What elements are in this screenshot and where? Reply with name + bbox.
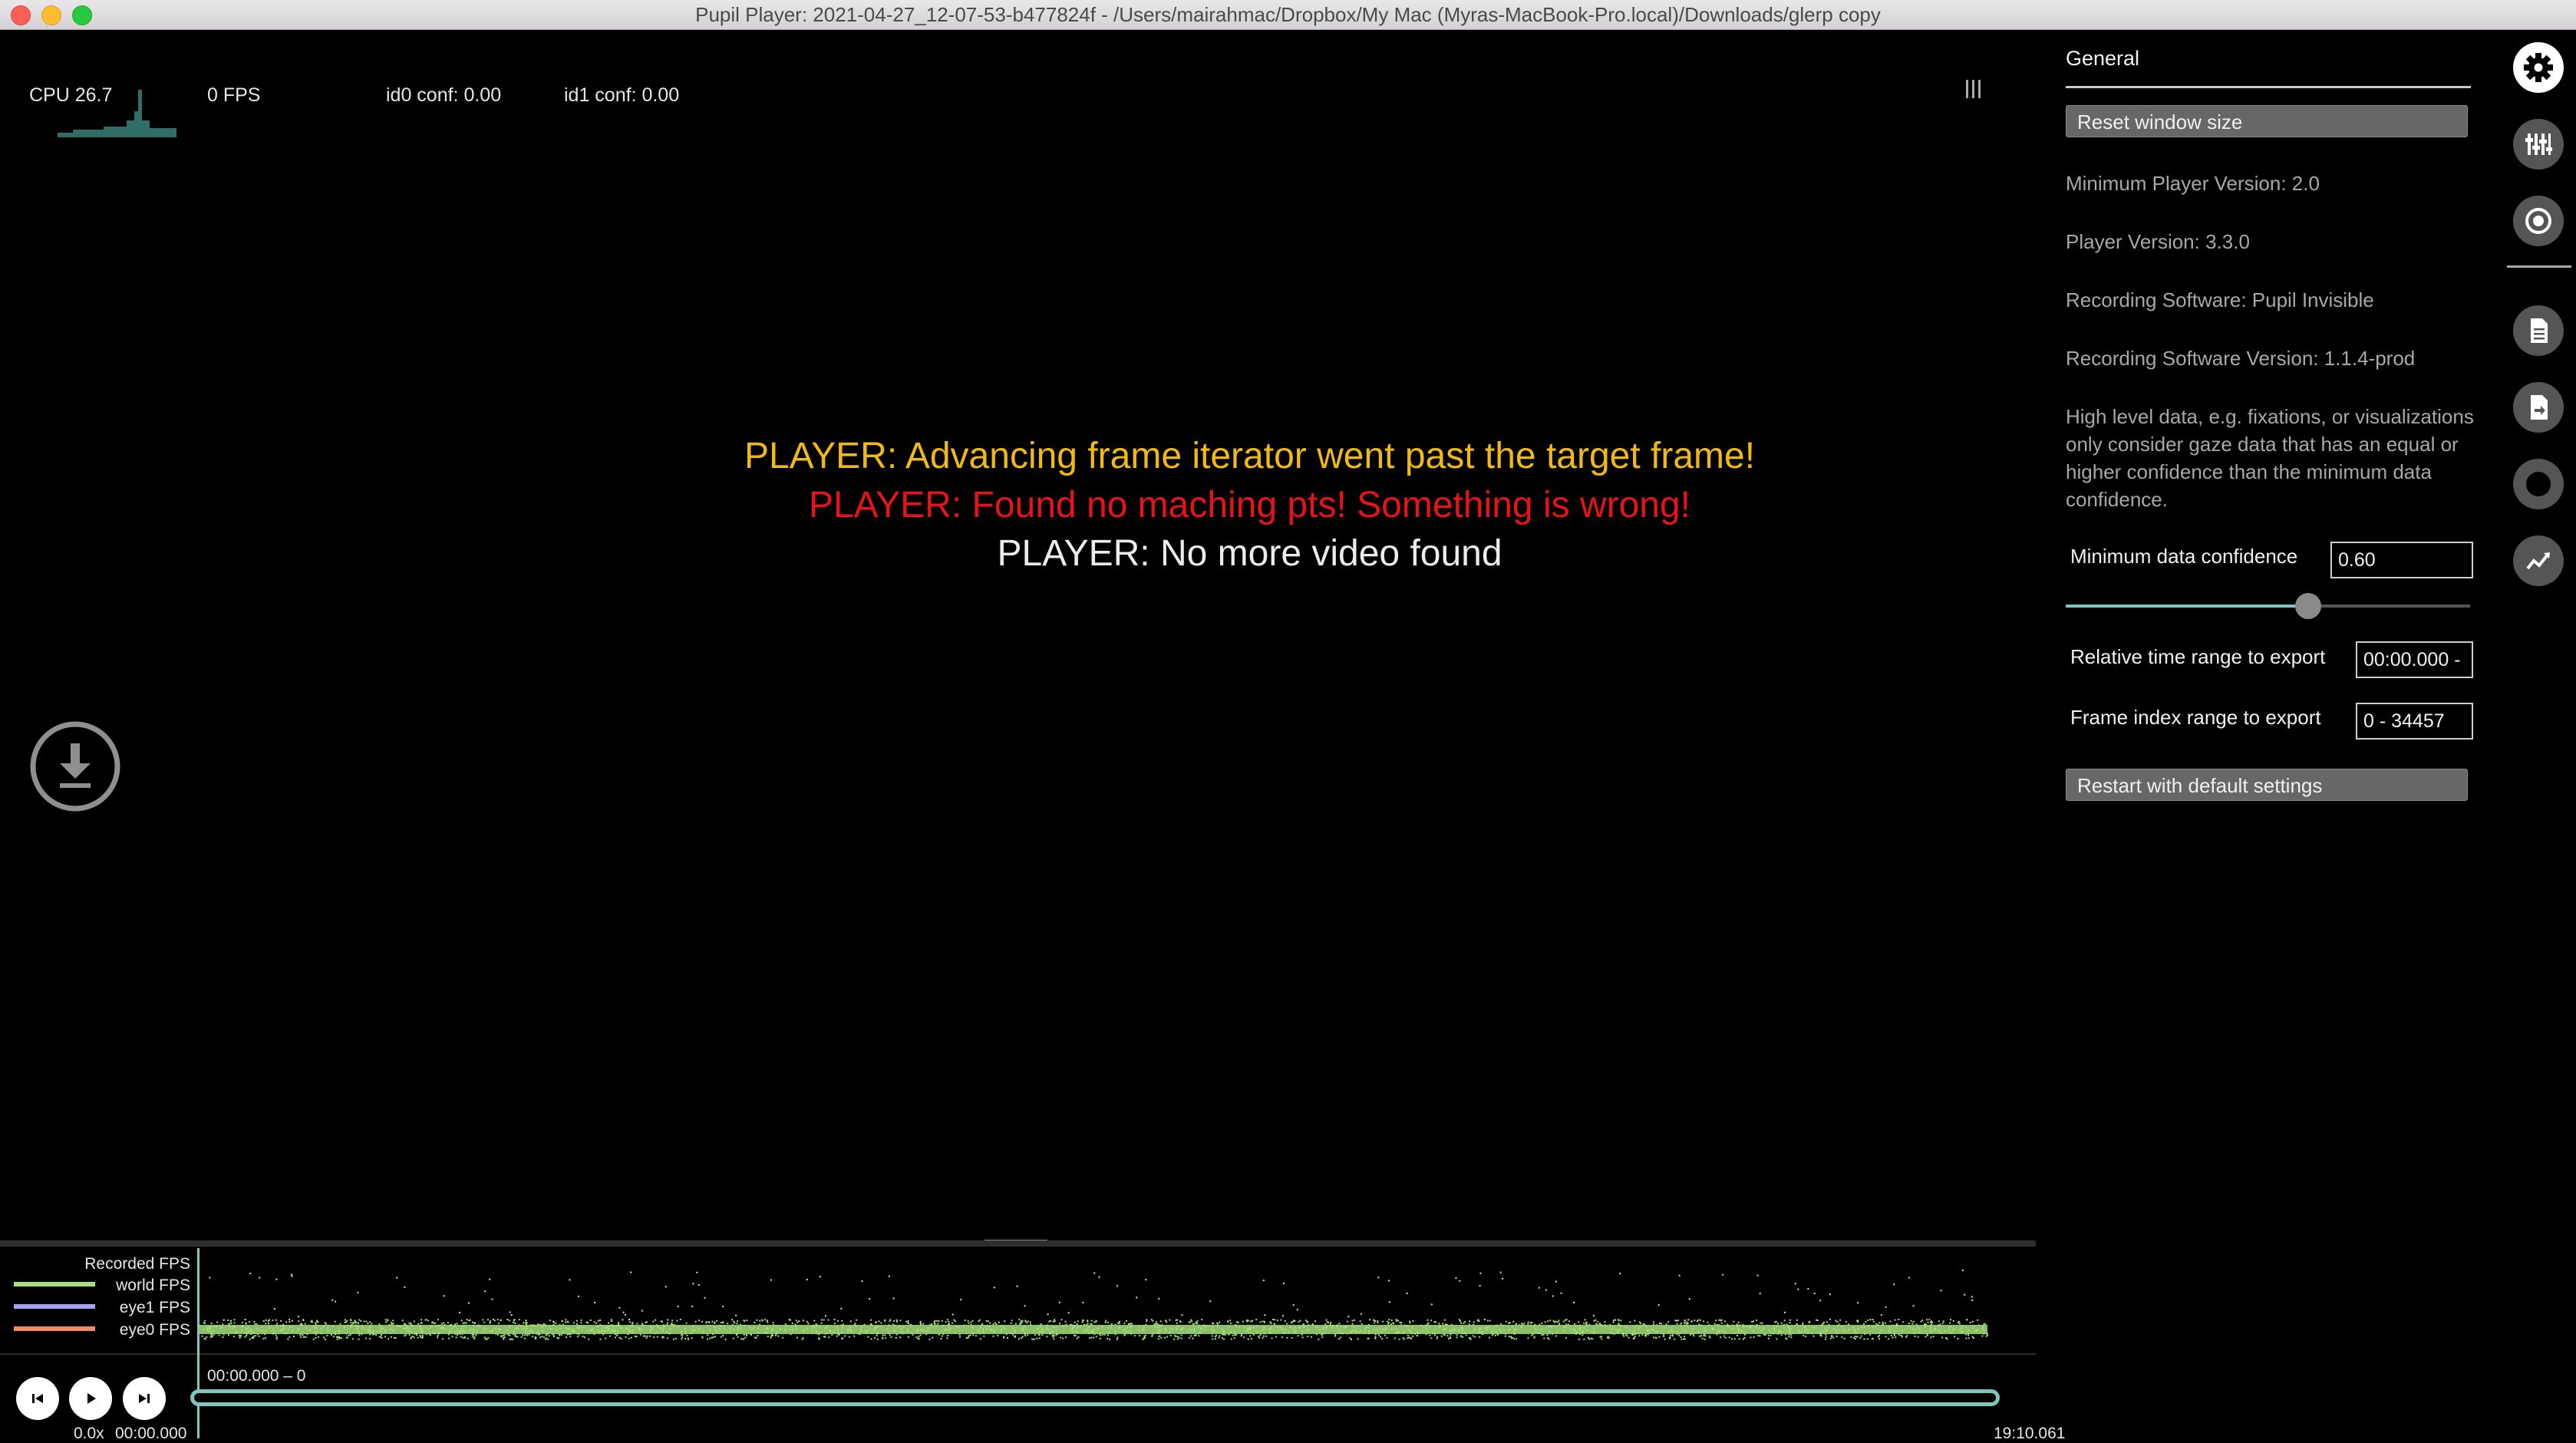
export-document-icon[interactable]	[2513, 382, 2564, 433]
legend-eye1-swatch	[14, 1304, 95, 1309]
recording-software: Recording Software: Pupil Invisible	[2066, 288, 2374, 311]
next-frame-button[interactable]	[123, 1377, 166, 1420]
frame-range-label: Frame index range to export	[2070, 706, 2321, 729]
skip-forward-icon	[139, 1394, 150, 1403]
legend-eye0-swatch	[14, 1326, 95, 1331]
analytics-icon[interactable]	[2513, 535, 2564, 586]
legend-world-fps: world FPS	[116, 1277, 190, 1294]
menu-handle-icon[interactable]	[1964, 78, 1983, 100]
plugin-icon-bar	[2486, 30, 2576, 1438]
record-icon[interactable]	[2513, 459, 2564, 509]
timeline-panel: Recorded FPS world FPS eye1 FPS eye0 FPS…	[0, 1247, 2065, 1442]
min-confidence-label: Minimum data confidence	[2070, 545, 2298, 568]
min-player-version: Minimum Player Version: 2.0	[2066, 172, 2320, 195]
panel-title: General	[2066, 47, 2140, 70]
restart-default-settings-button[interactable]: Restart with default settings	[2066, 769, 2468, 801]
world-fps-plot	[198, 1270, 1989, 1340]
timeline-divider	[0, 1353, 2036, 1355]
reset-window-size-button[interactable]: Reset window size	[2066, 105, 2468, 137]
play-button[interactable]	[69, 1377, 112, 1420]
recording-software-version: Recording Software Version: 1.1.4-prod	[2066, 347, 2416, 370]
previous-frame-button[interactable]	[16, 1377, 59, 1420]
time-range-input[interactable]: 00:00.000 -	[2356, 641, 2473, 678]
sliders-icon[interactable]	[2513, 119, 2564, 170]
id1-confidence: id1 conf: 0.00	[564, 84, 680, 106]
legend-title: Recorded FPS	[84, 1255, 190, 1273]
skip-back-icon	[32, 1394, 43, 1403]
legend-world-swatch	[14, 1282, 95, 1287]
title-bar: Pupil Player: 2021-04-27_12-07-53-b47782…	[0, 0, 2576, 30]
fps-readout: 0 FPS	[207, 84, 261, 106]
slider-fill	[2066, 605, 2309, 608]
document-icon[interactable]	[2513, 305, 2564, 356]
fps-outliers	[209, 1270, 1974, 1321]
trim-range-bar[interactable]	[190, 1389, 2000, 1406]
gear-icon[interactable]	[2513, 42, 2564, 93]
trim-range-label: 00:00.000 – 0	[207, 1367, 306, 1385]
timeline-border	[0, 1240, 2036, 1247]
pupil-icon[interactable]	[2513, 196, 2564, 246]
panel-title-divider	[2066, 86, 2471, 88]
min-confidence-input[interactable]: 0.60	[2330, 542, 2473, 578]
time-range-label: Relative time range to export	[2070, 645, 2326, 668]
id0-confidence: id0 conf: 0.00	[386, 84, 502, 106]
legend-eye0-fps: eye0 FPS	[119, 1321, 190, 1339]
window-title: Pupil Player: 2021-04-27_12-07-53-b47782…	[695, 3, 1881, 26]
legend-eye1-fps: eye1 FPS	[119, 1299, 190, 1316]
min-confidence-slider[interactable]	[2066, 593, 2470, 619]
download-icon[interactable]	[29, 720, 121, 812]
playhead-cursor[interactable]	[197, 1248, 200, 1438]
playback-speed: 0.0x	[74, 1425, 104, 1442]
cpu-readout: CPU 26.7	[29, 84, 113, 106]
end-time: 19:10.061	[1994, 1425, 2066, 1442]
frame-range-input[interactable]: 0 - 34457	[2356, 703, 2473, 740]
world-video-viewport[interactable]: CPU 26.7 0 FPS id0 conf: 0.00 id1 conf: …	[0, 30, 2036, 1248]
confidence-description: High level data, e.g. fixations, or visu…	[2066, 405, 2474, 511]
general-settings-panel: General Reset window size Minimum Player…	[2037, 30, 2486, 1438]
play-icon	[87, 1393, 96, 1404]
iconbar-divider	[2507, 265, 2571, 268]
player-version: Player Version: 3.3.0	[2066, 230, 2250, 253]
current-time: 00:00.000	[115, 1425, 187, 1442]
slider-knob[interactable]	[2295, 593, 2322, 619]
